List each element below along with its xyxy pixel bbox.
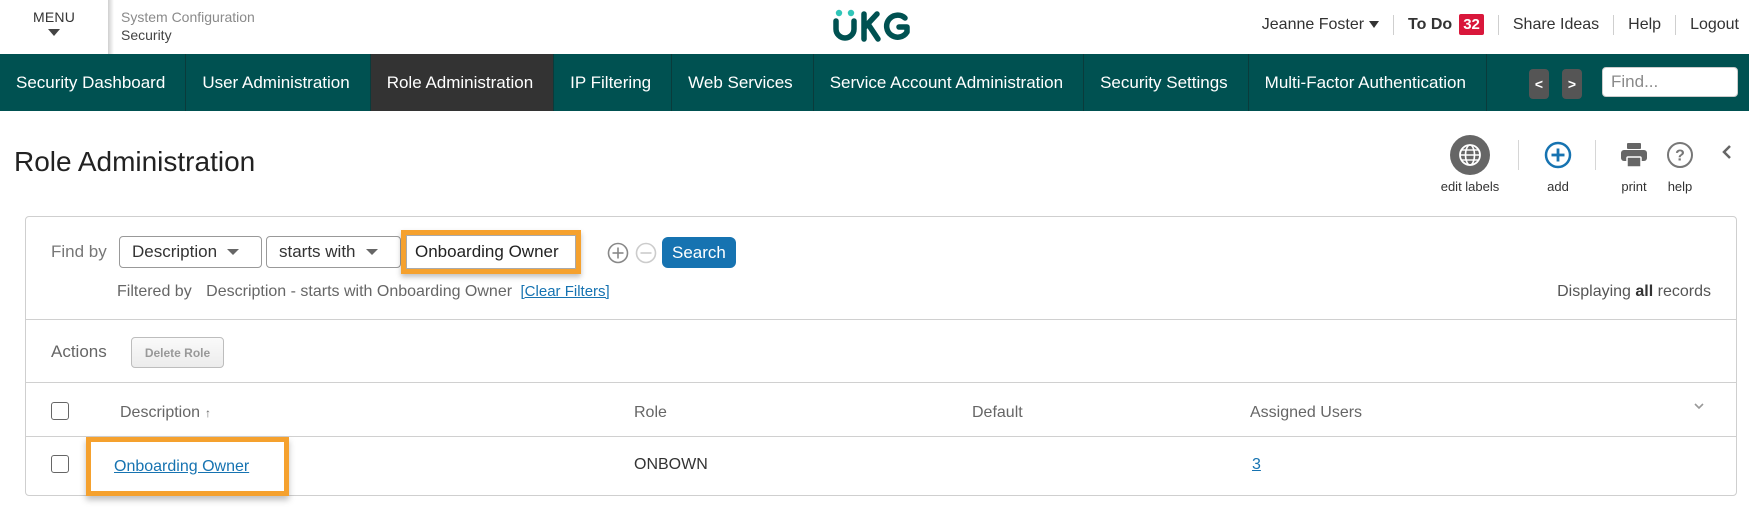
divider: [1518, 140, 1519, 170]
clear-filters-link[interactable]: [Clear Filters]: [521, 283, 610, 300]
column-header-description[interactable]: Description ↑: [120, 404, 211, 422]
breadcrumb-current: Security: [121, 27, 172, 43]
user-links: Jeanne Foster To Do 32 Share Ideas Help …: [1262, 14, 1739, 35]
tab-user-administration[interactable]: User Administration: [186, 54, 371, 111]
tab-ip-filtering[interactable]: IP Filtering: [554, 54, 673, 111]
help-link[interactable]: Help: [1628, 16, 1661, 34]
filter-text: Description - starts with Onboarding Own…: [206, 283, 513, 300]
delete-role-button[interactable]: Delete Role: [131, 337, 224, 368]
displaying-all: all: [1635, 283, 1654, 300]
role-description-link[interactable]: Onboarding Owner: [114, 458, 249, 476]
divider: [1393, 14, 1395, 35]
printer-icon: [1621, 143, 1647, 168]
nav-scroll-right-button[interactable]: >: [1562, 69, 1582, 99]
select-all-checkbox[interactable]: [51, 402, 69, 420]
sort-ascending-icon: ↑: [205, 406, 212, 420]
column-header-role[interactable]: Role: [634, 404, 667, 422]
globe-icon: [1450, 135, 1490, 175]
tab-security-dashboard[interactable]: Security Dashboard: [0, 54, 187, 111]
divider: [26, 382, 1736, 383]
row-checkbox[interactable]: [51, 455, 69, 473]
ukg-logo: [833, 9, 910, 42]
caret-down-icon: [1369, 21, 1380, 28]
logout-link[interactable]: Logout: [1690, 16, 1739, 34]
displaying-suffix: records: [1657, 283, 1711, 300]
minus-circle-icon: [635, 242, 657, 264]
add-circle-icon: [1544, 141, 1572, 169]
add-button[interactable]: add: [1538, 135, 1578, 194]
search-button[interactable]: Search: [662, 237, 736, 268]
divider: [1595, 140, 1596, 170]
divider: [1675, 14, 1677, 35]
field-select[interactable]: Description: [119, 236, 262, 268]
add-criteria-button[interactable]: [607, 242, 629, 264]
filtered-by-label: Filtered by: [117, 283, 192, 300]
chevron-down-icon[interactable]: [1692, 401, 1706, 411]
find-input[interactable]: [1602, 67, 1738, 97]
column-header-assigned-users[interactable]: Assigned Users: [1250, 404, 1362, 422]
record-count-status: Displaying all records: [1557, 283, 1711, 301]
chevron-left-icon[interactable]: [1720, 143, 1734, 161]
breadcrumb: System Configuration Security: [121, 8, 255, 45]
find-by-label: Find by: [51, 242, 107, 261]
tab-service-account-administration[interactable]: Service Account Administration: [814, 54, 1085, 111]
question-circle-icon: ?: [1667, 142, 1693, 168]
print-button[interactable]: print: [1614, 135, 1654, 194]
divider: [1497, 14, 1499, 35]
operator-select-value: starts with: [279, 242, 356, 261]
nav-bar: Security Dashboard User Administration R…: [0, 54, 1749, 111]
menu-label: MENU: [32, 9, 76, 25]
todo-count-badge: 32: [1459, 14, 1484, 35]
caret-down-icon: [365, 249, 378, 255]
breadcrumb-parent[interactable]: System Configuration: [121, 8, 255, 26]
share-ideas-link[interactable]: Share Ideas: [1513, 16, 1599, 34]
edit-labels-button[interactable]: edit labels: [1438, 135, 1502, 194]
page-title: Role Administration: [14, 146, 256, 177]
displaying-prefix: Displaying: [1557, 283, 1631, 300]
caret-down-icon: [48, 29, 60, 36]
help-label: help: [1667, 179, 1693, 194]
role-search-panel: Find by Description starts with Search F…: [25, 216, 1737, 496]
assigned-users-cell: 3: [1252, 456, 1261, 474]
column-header-default[interactable]: Default: [972, 404, 1023, 422]
plus-circle-icon: [607, 242, 629, 264]
tab-web-services[interactable]: Web Services: [672, 54, 814, 111]
tab-security-settings[interactable]: Security Settings: [1084, 54, 1249, 111]
nav-scroll-left-button[interactable]: <: [1529, 69, 1549, 99]
todo-label: To Do: [1408, 15, 1453, 33]
add-label: add: [1547, 179, 1569, 194]
divider: [1613, 14, 1615, 35]
todo-link[interactable]: To Do 32: [1408, 14, 1484, 35]
user-menu[interactable]: Jeanne Foster: [1261, 15, 1380, 34]
assigned-users-link[interactable]: 3: [1252, 456, 1261, 473]
edit-labels-label: edit labels: [1440, 179, 1500, 194]
tab-role-administration[interactable]: Role Administration: [370, 54, 555, 111]
role-code: ONBOWN: [634, 456, 708, 473]
caret-down-icon: [227, 249, 240, 255]
description-highlight: Onboarding Owner: [86, 437, 289, 496]
actions-label: Actions: [51, 342, 107, 361]
top-header: MENU System Configuration Security Jeann…: [0, 0, 1749, 54]
menu-button[interactable]: MENU: [0, 0, 108, 54]
user-name: Jeanne Foster: [1261, 15, 1365, 33]
remove-criteria-button[interactable]: [635, 242, 657, 264]
help-button[interactable]: ? help: [1661, 135, 1699, 194]
print-label: print: [1621, 179, 1647, 194]
search-value-highlight: [401, 230, 581, 274]
nav-tabs: Security Dashboard User Administration R…: [0, 54, 1522, 111]
column-header-description-label: Description: [120, 404, 201, 421]
menu-divider: [108, 0, 114, 54]
tab-multi-factor-authentication[interactable]: Multi-Factor Authentication: [1249, 54, 1487, 111]
filter-summary: Filtered by Description - starts with On…: [117, 283, 610, 301]
field-select-value: Description: [132, 242, 218, 261]
operator-select[interactable]: starts with: [266, 236, 401, 268]
divider: [26, 319, 1736, 320]
svg-text:?: ?: [1675, 148, 1685, 165]
search-value-input[interactable]: [406, 235, 576, 269]
